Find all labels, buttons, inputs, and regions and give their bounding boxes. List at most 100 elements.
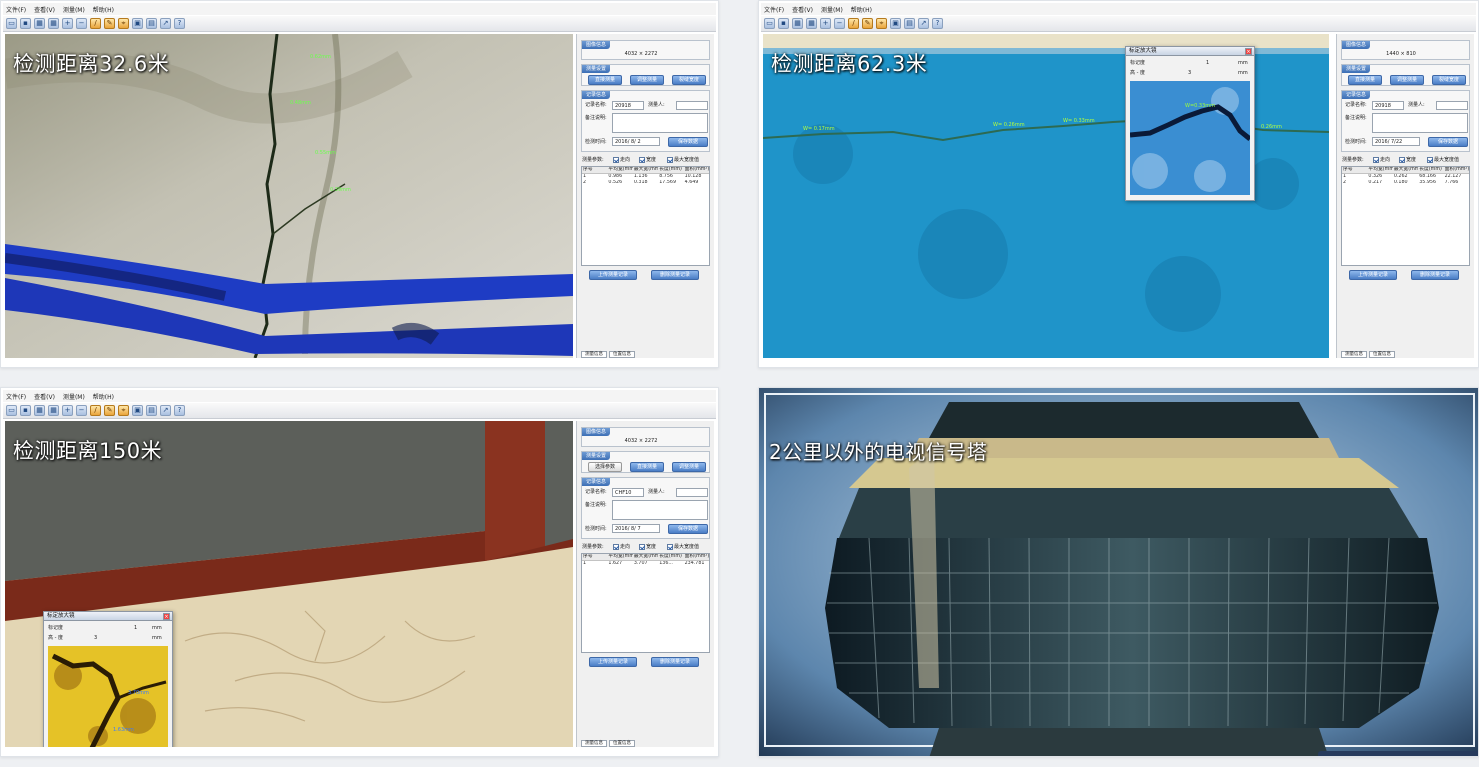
- magnifier-window[interactable]: 标定放大镜 × 标记度 1 mm 高 - 度 3 mm W=0.33mm: [1125, 46, 1255, 201]
- grid2-icon[interactable]: ▦: [48, 405, 59, 416]
- menu-measure[interactable]: 测量(M): [63, 5, 85, 14]
- panel-icon[interactable]: ▤: [904, 18, 915, 29]
- new-icon[interactable]: ▭: [764, 18, 775, 29]
- mode-button-2[interactable]: 调整测量: [1390, 75, 1424, 85]
- upload-record-button[interactable]: 上传测量记录: [589, 657, 637, 667]
- pen-icon[interactable]: /: [848, 18, 859, 29]
- zoom-in-icon[interactable]: +: [820, 18, 831, 29]
- zoom-out-icon[interactable]: −: [834, 18, 845, 29]
- image-view[interactable]: W= 0.17mm W= 0.26mm W= 0.33mm 0.26mm 检测距离62…: [763, 34, 1329, 358]
- new-icon[interactable]: ▭: [6, 18, 17, 29]
- menu-help[interactable]: 帮助(H): [851, 5, 872, 14]
- mode-button-1[interactable]: 选择参数: [588, 462, 622, 472]
- grid2-icon[interactable]: ▦: [806, 18, 817, 29]
- menu-help[interactable]: 帮助(H): [93, 5, 114, 14]
- menu-view[interactable]: 查看(V): [792, 5, 813, 14]
- menu-file[interactable]: 文件(F): [764, 5, 784, 14]
- zoom-out-icon[interactable]: −: [76, 405, 87, 416]
- grid-icon[interactable]: ▦: [34, 18, 45, 29]
- magnifier-window[interactable]: 标定放大镜 × 标记度 1 mm 高 - 度 3 mm 3.70mm 1.63m…: [43, 611, 173, 747]
- table-row[interactable]: 2 0.217 0.180 35.956 7.766: [1342, 180, 1469, 186]
- brush-icon[interactable]: ✎: [104, 405, 115, 416]
- upload-record-button[interactable]: 上传测量记录: [1349, 270, 1397, 280]
- operator-field[interactable]: [676, 101, 708, 110]
- grid-icon[interactable]: ▦: [792, 18, 803, 29]
- table-row[interactable]: 1 1.627 3.707 136... 234.781: [582, 561, 709, 567]
- operator-field[interactable]: [1436, 101, 1468, 110]
- menu-help[interactable]: 帮助(H): [93, 392, 114, 401]
- check-direction[interactable]: 走向: [613, 156, 630, 164]
- zoom-in-icon[interactable]: +: [62, 405, 73, 416]
- date-picker[interactable]: 2016/ 8/ 2: [612, 137, 660, 146]
- export-icon[interactable]: ↗: [918, 18, 929, 29]
- help-icon[interactable]: ?: [932, 18, 943, 29]
- monitor-icon[interactable]: ▣: [132, 18, 143, 29]
- menu-view[interactable]: 查看(V): [34, 392, 55, 401]
- tab-measure-info[interactable]: 测量信息: [581, 351, 607, 358]
- remarks-field[interactable]: [612, 113, 708, 133]
- check-maxwidth[interactable]: 最大宽度值: [667, 543, 699, 551]
- record-name-field[interactable]: CHF10: [612, 488, 644, 497]
- panel-icon[interactable]: ▤: [146, 18, 157, 29]
- date-picker[interactable]: 2016/ 7/22: [1372, 137, 1420, 146]
- help-icon[interactable]: ?: [174, 18, 185, 29]
- mode-button-1[interactable]: 直接测量: [588, 75, 622, 85]
- tab-location-info[interactable]: 位置信息: [609, 351, 635, 358]
- save-icon[interactable]: ▪: [778, 18, 789, 29]
- save-data-button[interactable]: 保存数据: [668, 137, 708, 147]
- tab-measure-info[interactable]: 测量信息: [1341, 351, 1367, 358]
- delete-record-button[interactable]: 删除测量记录: [651, 657, 699, 667]
- grid2-icon[interactable]: ▦: [48, 18, 59, 29]
- mode-button-2[interactable]: 调整测量: [630, 75, 664, 85]
- check-maxwidth[interactable]: 最大宽度值: [1427, 156, 1459, 164]
- measure-icon[interactable]: ⌖: [118, 18, 129, 29]
- grid-icon[interactable]: ▦: [34, 405, 45, 416]
- remarks-field[interactable]: [612, 500, 708, 520]
- close-icon[interactable]: ×: [1245, 48, 1252, 55]
- menu-file[interactable]: 文件(F): [6, 5, 26, 14]
- pen-icon[interactable]: /: [90, 405, 101, 416]
- panel-icon[interactable]: ▤: [146, 405, 157, 416]
- check-direction[interactable]: 走向: [1373, 156, 1390, 164]
- mode-button-3[interactable]: 裂缝宽度: [1432, 75, 1466, 85]
- menu-measure[interactable]: 测量(M): [63, 392, 85, 401]
- save-data-button[interactable]: 保存数据: [1428, 137, 1468, 147]
- record-name-field[interactable]: 20918: [612, 101, 644, 110]
- image-view[interactable]: 检测距离150米 标定放大镜 × 标记度 1 mm 高 - 度 3 mm 3.7…: [5, 421, 573, 747]
- measure-icon[interactable]: ⌖: [876, 18, 887, 29]
- record-name-field[interactable]: 20918: [1372, 101, 1404, 110]
- zoom-out-icon[interactable]: −: [76, 18, 87, 29]
- menu-file[interactable]: 文件(F): [6, 392, 26, 401]
- brush-icon[interactable]: ✎: [104, 18, 115, 29]
- mode-button-3[interactable]: 调整测量: [672, 462, 706, 472]
- brush-icon[interactable]: ✎: [862, 18, 873, 29]
- close-icon[interactable]: ×: [163, 613, 170, 620]
- save-data-button[interactable]: 保存数据: [668, 524, 708, 534]
- image-view[interactable]: 0.62mm 0.48mm 0.55mm 0.39mm 检测距离32.6米: [5, 34, 573, 358]
- date-picker[interactable]: 2016/ 8/ 7: [612, 524, 660, 533]
- check-maxwidth[interactable]: 最大宽度值: [667, 156, 699, 164]
- tab-location-info[interactable]: 位置信息: [1369, 351, 1395, 358]
- check-width[interactable]: 宽度: [1399, 156, 1416, 164]
- save-icon[interactable]: ▪: [20, 405, 31, 416]
- export-icon[interactable]: ↗: [160, 405, 171, 416]
- upload-record-button[interactable]: 上传测量记录: [589, 270, 637, 280]
- delete-record-button[interactable]: 删除测量记录: [651, 270, 699, 280]
- zoom-in-icon[interactable]: +: [62, 18, 73, 29]
- export-icon[interactable]: ↗: [160, 18, 171, 29]
- mode-button-1[interactable]: 直接测量: [1348, 75, 1382, 85]
- measure-icon[interactable]: ⌖: [118, 405, 129, 416]
- help-icon[interactable]: ?: [174, 405, 185, 416]
- operator-field[interactable]: [676, 488, 708, 497]
- remarks-field[interactable]: [1372, 113, 1468, 133]
- mode-button-2[interactable]: 直接测量: [630, 462, 664, 472]
- mode-button-3[interactable]: 裂缝宽度: [672, 75, 706, 85]
- check-width[interactable]: 宽度: [639, 156, 656, 164]
- tab-measure-info[interactable]: 测量信息: [581, 740, 607, 747]
- monitor-icon[interactable]: ▣: [890, 18, 901, 29]
- delete-record-button[interactable]: 删除测量记录: [1411, 270, 1459, 280]
- save-icon[interactable]: ▪: [20, 18, 31, 29]
- new-icon[interactable]: ▭: [6, 405, 17, 416]
- pen-icon[interactable]: /: [90, 18, 101, 29]
- check-direction[interactable]: 走向: [613, 543, 630, 551]
